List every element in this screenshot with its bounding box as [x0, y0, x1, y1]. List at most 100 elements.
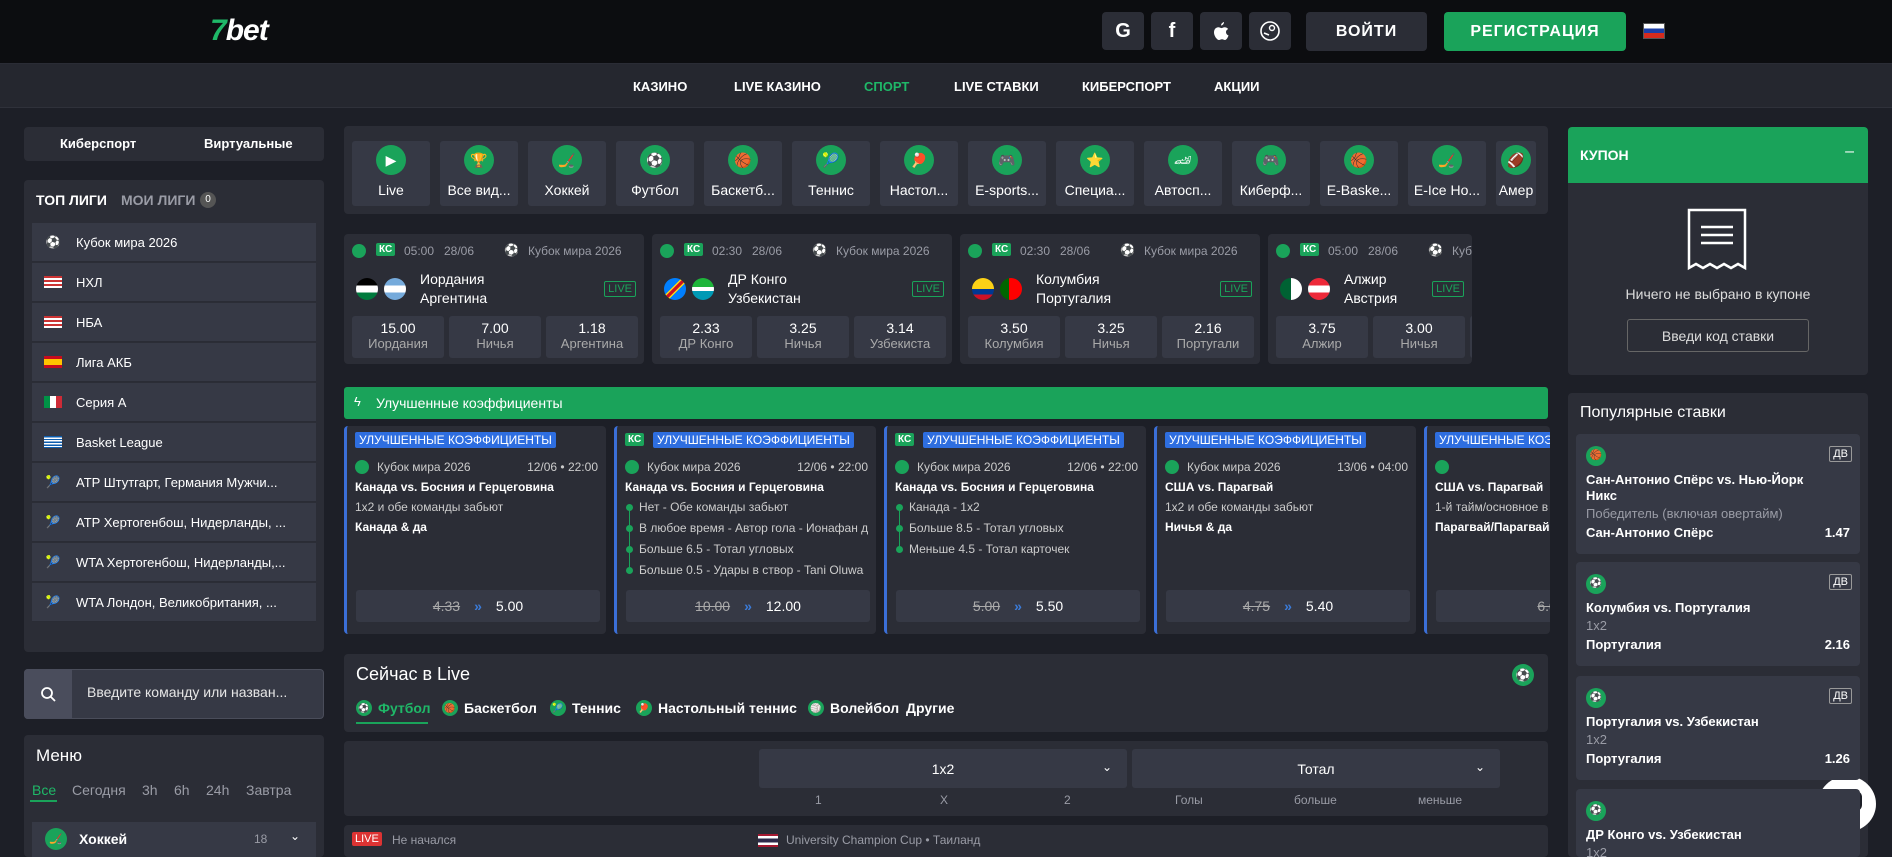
filter-3h[interactable]: 3h — [142, 782, 158, 798]
nav-casino[interactable]: КАЗИНО — [633, 79, 687, 94]
sport-tile[interactable]: 🏀 E-Baske... — [1320, 141, 1398, 206]
sport-icon: 🏎 — [1168, 145, 1198, 175]
search-icon[interactable] — [24, 669, 72, 719]
sport-tile[interactable]: 🏒 Хоккей — [528, 141, 606, 206]
sport-tile[interactable]: 🏆 Все вид... — [440, 141, 518, 206]
boosted-card[interactable]: УЛУЧШЕННЫЕ КОЭФФИЦИЕНТЫ Кубок мира 2026 13… — [1154, 426, 1416, 634]
nav-promotions[interactable]: АКЦИИ — [1214, 79, 1260, 94]
tab-top-leagues[interactable]: ТОП ЛИГИ — [36, 192, 107, 208]
league-item[interactable]: ⚽ Кубок мира 2026 — [32, 223, 316, 262]
boosted-odds-button[interactable]: 4.33 » 5.00 — [356, 590, 600, 622]
tab-my-leagues[interactable]: МОИ ЛИГИ — [121, 192, 195, 208]
sport-tile[interactable]: 🏎 Автосп... — [1144, 141, 1222, 206]
sport-tile[interactable]: 🏈 Амер — [1496, 141, 1536, 206]
chevron-down-icon[interactable]: ⌄ — [1475, 760, 1485, 774]
league-item[interactable]: Серия А — [32, 383, 316, 422]
filter-24h[interactable]: 24h — [206, 782, 229, 798]
market-select-1x2[interactable]: 1x2 — [759, 749, 1127, 788]
boosted-odds-button[interactable]: 5.00 » 5.50 — [896, 590, 1140, 622]
live-tab[interactable]: Другие — [906, 700, 954, 716]
popular-bet-card[interactable]: ⚽ ДР Конго vs. Узбекистан 1x2 — [1576, 789, 1860, 857]
filter-6h[interactable]: 6h — [174, 782, 190, 798]
coupon-header[interactable]: КУПОН – — [1568, 127, 1868, 183]
odds-button[interactable]: 3.25 Ничья — [757, 316, 849, 358]
sport-tile[interactable]: 🎮 E-sports... — [968, 141, 1046, 206]
sport-tile[interactable]: 🎮 Киберф... — [1232, 141, 1310, 206]
filter-tomorrow[interactable]: Завтра — [246, 782, 291, 798]
boosted-odds-button[interactable]: 4.75 » 5.40 — [1166, 590, 1410, 622]
boosted-card[interactable]: УЛУЧШЕННЫЕ КОЭФФИЦИЕНТЫ Кубок мира 2026 12… — [344, 426, 606, 634]
sport-tile[interactable]: 🏓 Настол... — [880, 141, 958, 206]
facebook-login-icon[interactable]: f — [1151, 12, 1193, 50]
filter-all[interactable]: Все — [32, 782, 56, 798]
menu-sport-row[interactable] — [32, 822, 316, 857]
steam-login-icon[interactable] — [1249, 12, 1291, 50]
odds-button[interactable]: 15.00 Иордания — [352, 316, 444, 358]
boosted-card[interactable]: УЛУЧШЕННЫЕ КОЭФФИЦИЕНТЫ США vs. Парагвай 1… — [1424, 426, 1550, 634]
live-tab[interactable]: 🏓 Настольный теннис — [636, 700, 797, 716]
league-item[interactable]: НБА — [32, 303, 316, 342]
nav-live-bets[interactable]: LIVE СТАВКИ — [954, 79, 1039, 94]
odds-button[interactable]: 2.20Австрия — [1470, 316, 1472, 358]
register-button[interactable]: РЕГИСТРАЦИЯ — [1444, 12, 1626, 51]
nav-live-casino[interactable]: LIVE КАЗИНО — [734, 79, 821, 94]
league-item[interactable]: 🎾 WTA Хертогенбош, Нидерланды,... — [32, 543, 316, 582]
league-item[interactable]: Лига АКБ — [32, 343, 316, 382]
popular-bet-card[interactable]: ⚽ ДВ Колумбия vs. Португалия 1x2 Португалия 2… — [1576, 562, 1860, 666]
live-tab[interactable]: ⚽ Футбол — [356, 700, 431, 716]
chevron-down-icon[interactable]: ⌄ — [290, 829, 300, 843]
login-button[interactable]: ВОЙТИ — [1306, 12, 1427, 51]
league-item[interactable]: 🎾 ATP Хертогенбош, Нидерланды, ... — [32, 503, 316, 542]
sport-tile[interactable]: ⭐ Специа... — [1056, 141, 1134, 206]
search-input[interactable] — [87, 684, 317, 700]
market-select-total[interactable]: Тотал — [1132, 749, 1500, 788]
switch-esports[interactable]: Киберспорт — [60, 136, 136, 151]
live-tab[interactable]: 🏀 Баскетбол — [442, 700, 537, 716]
collapse-icon[interactable]: – — [1845, 143, 1854, 161]
live-tab[interactable]: 🏐 Волейбол — [808, 700, 899, 716]
odds-button[interactable]: 3.25 Ничья — [1065, 316, 1157, 358]
boosted-card[interactable]: КС УЛУЧШЕННЫЕ КОЭФФИЦИЕНТЫ Кубок мира 2026… — [884, 426, 1146, 634]
chevron-down-icon[interactable]: ⌄ — [1102, 760, 1112, 774]
popular-odd[interactable]: 2.16 — [1825, 637, 1850, 652]
boosted-card[interactable]: КС УЛУЧШЕННЫЕ КОЭФФИЦИЕНТЫ Кубок мира 2026… — [614, 426, 876, 634]
match-card[interactable]: КС 05:00 28/06 ⚽ Кубок мира 2026 Иордания Арге… — [344, 234, 644, 364]
match-card[interactable]: КС 05:00 28/06 ⚽ Кубок мира 2026 Алжир Австрия… — [1268, 234, 1472, 364]
league-item[interactable]: НХЛ — [32, 263, 316, 302]
football-icon[interactable]: ⚽ — [1512, 664, 1534, 686]
popular-bet-card[interactable]: 🏀 ДВ Сан-Антонио Спёрс vs. Нью-Йорк Никс По… — [1576, 434, 1860, 554]
live-tab[interactable]: 🎾 Теннис — [550, 700, 621, 716]
popular-bet-card[interactable]: ⚽ ДВ Португалия vs. Узбекистан 1x2 Португали… — [1576, 676, 1860, 780]
nav-sport[interactable]: СПОРТ — [864, 79, 909, 94]
league-item[interactable]: Basket League — [32, 423, 316, 462]
logo[interactable]: 7bet — [210, 14, 269, 48]
odds-button[interactable]: 3.14 Узбекиста — [854, 316, 946, 358]
league-item[interactable]: 🎾 ATP Штутгарт, Германия Мужчи... — [32, 463, 316, 502]
odds-button[interactable]: 3.00 Ничья — [1373, 316, 1465, 358]
enter-code-button[interactable]: Введи код ставки — [1627, 319, 1809, 352]
filter-today[interactable]: Сегодня — [72, 782, 126, 798]
google-login-icon[interactable]: G — [1102, 12, 1144, 50]
boosted-odds-button[interactable]: 10.00 » 12.00 — [626, 590, 870, 622]
sport-tile[interactable]: ▶ Live — [352, 141, 430, 206]
match-card[interactable]: КС 02:30 28/06 ⚽ Кубок мира 2026 Колумбия Порт… — [960, 234, 1260, 364]
odds-button[interactable]: 3.50 Колумбия — [968, 316, 1060, 358]
odds-button[interactable]: 2.16 Португали — [1162, 316, 1254, 358]
apple-login-icon[interactable] — [1200, 12, 1242, 50]
match-card[interactable]: КС 02:30 28/06 ⚽ Кубок мира 2026 ДР Конго Узбе… — [652, 234, 952, 364]
nav-esports[interactable]: КИБЕРСПОРТ — [1082, 79, 1171, 94]
language-flag-icon[interactable] — [1643, 23, 1665, 39]
boosted-odds-button[interactable]: 6.00 — [1436, 590, 1550, 622]
popular-odd[interactable]: 1.26 — [1825, 751, 1850, 766]
switch-virtual[interactable]: Виртуальные — [204, 136, 293, 151]
popular-odd[interactable]: 1.47 — [1825, 525, 1850, 540]
sport-tile[interactable]: 🏒 E-Ice Ho... — [1408, 141, 1486, 206]
sport-tile[interactable]: ⚽ Футбол — [616, 141, 694, 206]
sport-tile[interactable]: 🎾 Теннис — [792, 141, 870, 206]
odds-button[interactable]: 3.75 Алжир — [1276, 316, 1368, 358]
odds-button[interactable]: 2.33 ДР Конго — [660, 316, 752, 358]
odds-button[interactable]: 1.18 Аргентина — [546, 316, 638, 358]
league-item[interactable]: 🎾 WTA Лондон, Великобритания, ... — [32, 583, 316, 622]
odds-button[interactable]: 7.00 Ничья — [449, 316, 541, 358]
sport-tile[interactable]: 🏀 Баскетб... — [704, 141, 782, 206]
